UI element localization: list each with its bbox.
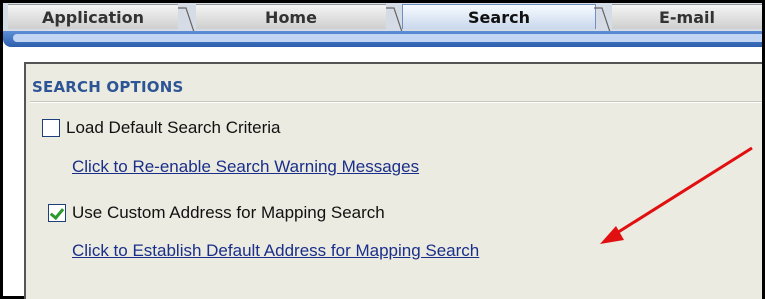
red-arrow-icon	[600, 146, 753, 244]
